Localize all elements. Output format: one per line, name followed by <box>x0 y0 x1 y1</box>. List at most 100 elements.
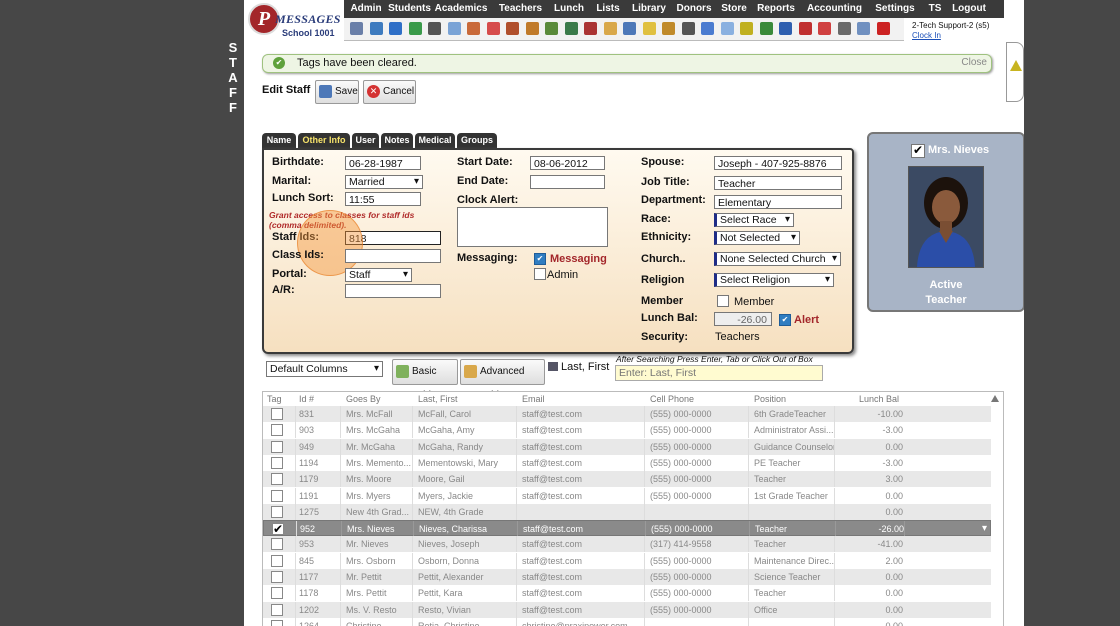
religion-select[interactable]: Select Religion <box>714 273 834 287</box>
table-row[interactable]: 1177 Mr. Pettit Pettit, Alexander staff@tes… <box>263 569 991 585</box>
nav-admin[interactable]: Admin <box>344 0 388 18</box>
document-icon[interactable] <box>447 22 461 35</box>
save-button[interactable]: Save <box>315 80 359 104</box>
side-tab[interactable] <box>1006 42 1024 102</box>
person-icon[interactable] <box>681 22 695 35</box>
group-icon[interactable] <box>525 22 539 35</box>
lunch-icon[interactable] <box>642 22 656 35</box>
table-row[interactable]: 953 Mr. Nieves Nieves, Joseph staff@test.co… <box>263 536 991 553</box>
lunch-sort-field[interactable]: 11:55 <box>345 192 421 206</box>
tab-name[interactable]: Name <box>262 133 296 148</box>
col-header-cell-phone[interactable]: Cell Phone <box>650 392 750 406</box>
table-row[interactable]: 831 Mrs. McFall McFall, Carol staff@test.co… <box>263 406 991 422</box>
bell-icon[interactable] <box>662 22 675 35</box>
table-row[interactable]: ✔ 952 Mrs. Nieves Nieves, Charissa staff@tes… <box>263 520 991 538</box>
department-field[interactable]: Elementary <box>714 195 842 209</box>
nav-store[interactable]: Store <box>719 0 749 18</box>
grid-icon[interactable] <box>720 22 734 35</box>
email-icon[interactable] <box>389 22 402 35</box>
table-row[interactable]: 949 Mr. McGaha McGaha, Randy staff@test.com… <box>263 438 991 455</box>
phone-icon[interactable] <box>428 22 441 35</box>
table-row[interactable]: 1194 Mrs. Memento... Mementowski, Mary staf… <box>263 454 991 471</box>
tab-user[interactable]: User <box>352 133 379 148</box>
pdf-icon[interactable] <box>798 22 812 35</box>
advanced-grid-button[interactable]: Advanced Grid <box>460 359 545 401</box>
profile-tag-checkbox[interactable]: ✔ <box>911 144 925 158</box>
tab-notes[interactable]: Notes <box>381 133 413 148</box>
admin-checkbox[interactable] <box>534 268 546 280</box>
spouse-field[interactable]: Joseph - 407-925-8876 <box>714 156 842 170</box>
pencil-icon[interactable] <box>740 22 753 35</box>
cancel-button[interactable]: ✕ Cancel <box>363 80 416 104</box>
table-row[interactable]: 845 Mrs. Osborn Osborn, Donna staff@test.co… <box>263 552 991 569</box>
member-checkbox[interactable] <box>717 295 729 307</box>
col-header-last-first[interactable]: Last, First <box>418 392 518 406</box>
col-header-email[interactable]: Email <box>522 392 646 406</box>
nav-donors[interactable]: Donors <box>672 0 716 18</box>
search-icon[interactable] <box>350 22 363 35</box>
table-row[interactable]: 1191 Mrs. Myers Myers, Jackie staff@test.co… <box>263 487 991 504</box>
stop-icon[interactable] <box>876 22 890 35</box>
ar-field[interactable] <box>345 284 441 298</box>
download-icon[interactable] <box>837 22 851 35</box>
table-row[interactable]: 1178 Mrs. Pettit Pettit, Kara staff@test.co… <box>263 585 991 602</box>
clock-icon[interactable] <box>701 22 714 35</box>
col-header-position[interactable]: Position <box>754 392 836 406</box>
chat-icon[interactable] <box>408 22 422 35</box>
book-icon[interactable] <box>623 22 636 35</box>
tab-medical[interactable]: Medical <box>415 133 455 148</box>
alert-icon[interactable] <box>584 22 597 35</box>
portal-select[interactable]: Staff <box>345 268 412 282</box>
logo[interactable]: P MESSAGES School 1001 <box>244 0 345 40</box>
megaphone-icon[interactable] <box>467 22 480 35</box>
table-row[interactable]: 1179 Mrs. Moore Moore, Gail staff@test.com (… <box>263 471 991 488</box>
job-title-field[interactable]: Teacher <box>714 176 842 190</box>
nav-teachers[interactable]: Teachers <box>493 0 548 18</box>
nav-lists[interactable]: Lists <box>590 0 626 18</box>
table-row[interactable]: 1264 Christine Rotia, Christine christine@p… <box>263 617 991 626</box>
calendar-icon[interactable] <box>369 22 383 35</box>
race-select[interactable]: Select Race <box>714 213 794 227</box>
report-icon[interactable] <box>486 22 500 35</box>
messaging-checkbox[interactable]: ✔ <box>534 253 546 265</box>
banner-close[interactable]: Close <box>961 57 987 68</box>
nav-settings[interactable]: Settings <box>870 0 920 18</box>
col-header-goes-by[interactable]: Goes By <box>346 392 414 406</box>
clock-in-link[interactable]: Clock In <box>912 31 989 41</box>
info-icon[interactable] <box>857 22 870 35</box>
user-icon[interactable] <box>506 22 519 35</box>
clock-alert-textarea[interactable] <box>457 207 608 247</box>
ethnicity-select[interactable]: Not Selected <box>714 231 800 245</box>
nav-library[interactable]: Library <box>628 0 670 18</box>
class-ids-field[interactable] <box>345 249 441 263</box>
nav-students[interactable]: Students <box>388 0 431 18</box>
col-header-tag[interactable]: Tag <box>267 392 295 406</box>
export-icon[interactable] <box>818 22 831 35</box>
nav-reports[interactable]: Reports <box>752 0 800 18</box>
nav-lunch[interactable]: Lunch <box>550 0 588 18</box>
money-icon[interactable] <box>545 22 558 35</box>
people-icon[interactable] <box>564 22 578 35</box>
marital-select[interactable]: Married <box>345 175 423 189</box>
church-select[interactable]: None Selected Church <box>714 252 841 266</box>
tab-groups[interactable]: Groups <box>457 133 497 148</box>
nav-ts[interactable]: TS <box>922 0 948 18</box>
tab-other-info[interactable]: Other Info <box>298 133 350 148</box>
nav-accounting[interactable]: Accounting <box>801 0 868 18</box>
table-row[interactable]: 1275 New 4th Grad... NEW, 4th Grade 0.00 <box>263 503 991 520</box>
basic-grid-button[interactable]: Basic Grid <box>392 359 458 401</box>
order-label[interactable]: Last, First <box>561 361 609 373</box>
print-icon[interactable] <box>779 22 792 35</box>
alert-checkbox[interactable]: ✔ <box>779 314 791 326</box>
birthdate-field[interactable]: 06-28-1987 <box>345 156 421 170</box>
columns-select[interactable]: Default Columns <box>266 361 383 377</box>
nav-logout[interactable]: Logout <box>950 0 988 18</box>
table-row[interactable]: 903 Mrs. McGaha McGaha, Amy staff@test.com (… <box>263 422 991 439</box>
col-header-lunch-bal[interactable]: Lunch Bal <box>836 392 899 406</box>
table-row[interactable]: 1202 Ms. V. Resto Resto, Vivian staff@test.… <box>263 601 991 618</box>
scroll-up-icon[interactable] <box>991 395 999 402</box>
nav-academics[interactable]: Academics <box>431 0 491 18</box>
end-date-field[interactable] <box>530 175 605 189</box>
card-icon[interactable] <box>603 22 617 35</box>
col-header-id[interactable]: Id # <box>299 392 342 406</box>
